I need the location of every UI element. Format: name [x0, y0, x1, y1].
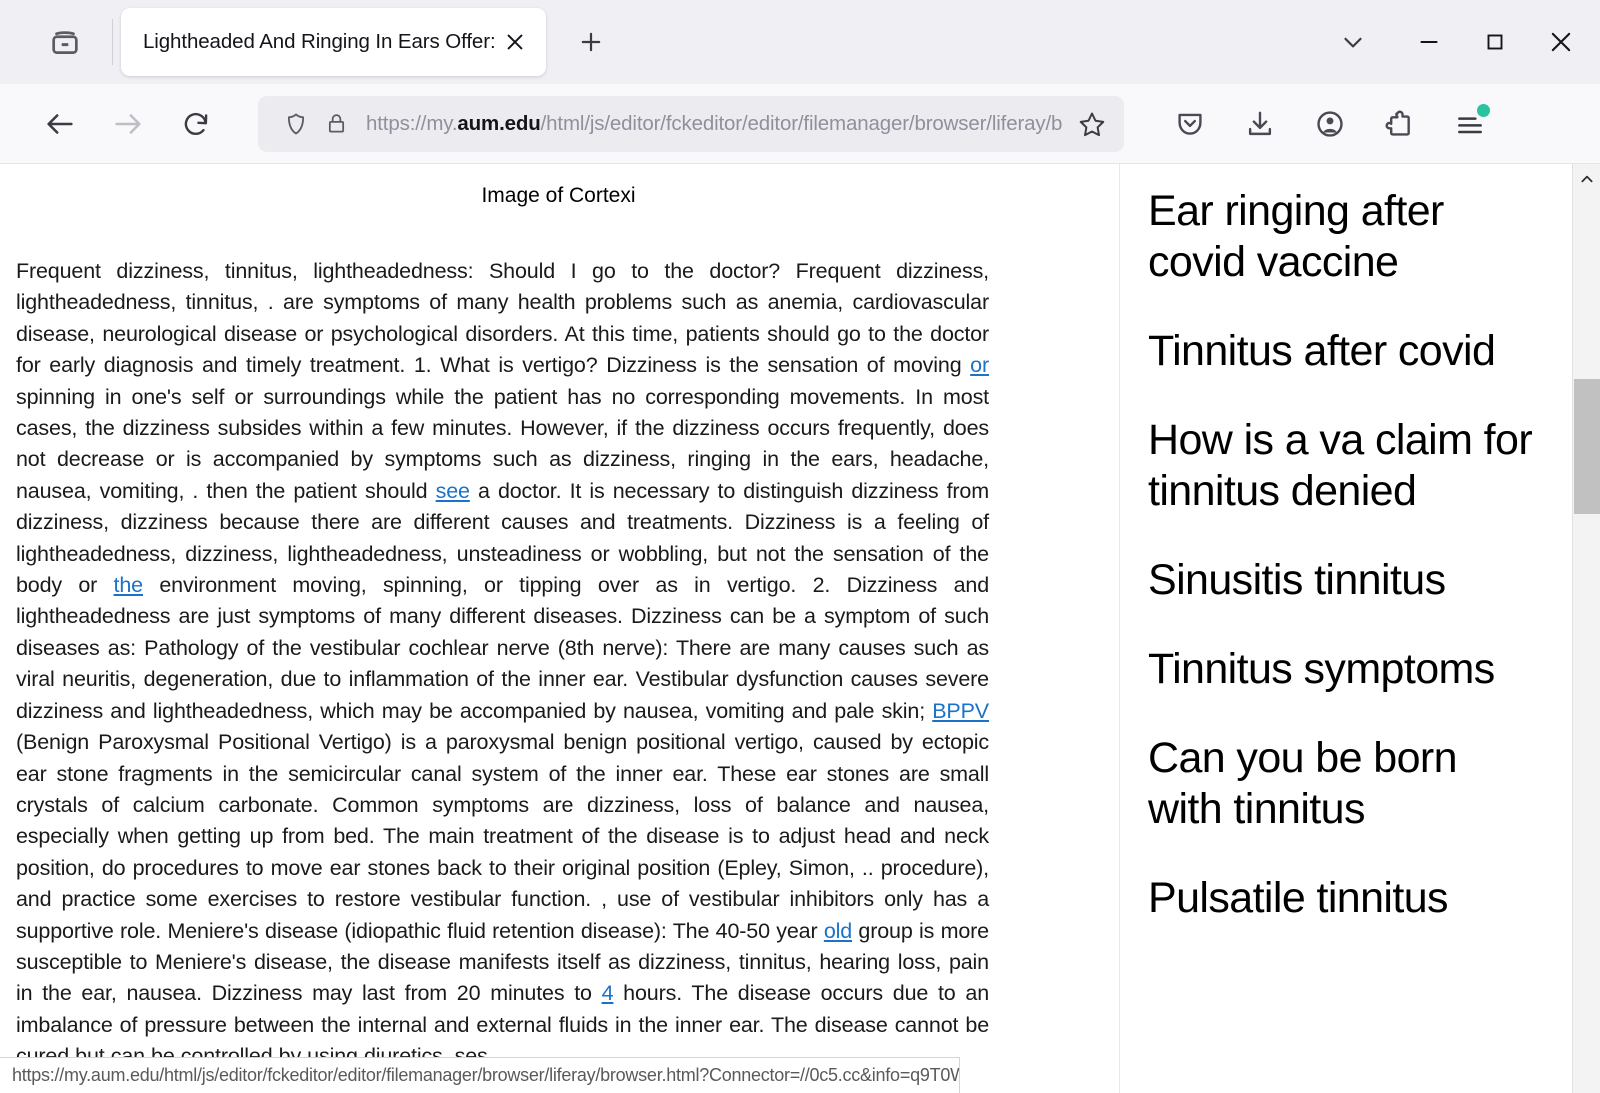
keyword-heading[interactable]: Sinusitis tinnitus	[1148, 555, 1542, 606]
toolbar-right-group	[1148, 96, 1498, 152]
scrollbar-track[interactable]	[1573, 194, 1600, 1093]
tab-strip: Lightheaded And Ringing In Ears Offer: A…	[0, 0, 1600, 84]
tab-title: Lightheaded And Ringing In Ears Offer: A…	[143, 30, 498, 53]
keyword-heading[interactable]: Can you be born with tinnitus	[1148, 733, 1542, 835]
scrollbar-thumb[interactable]	[1573, 379, 1600, 514]
shield-icon[interactable]	[276, 104, 316, 144]
status-bar-link-preview: https://my.aum.edu/html/js/editor/fckedi…	[0, 1057, 960, 1093]
url-scheme: https://my.	[366, 111, 458, 135]
tabstrip-divider	[112, 19, 113, 65]
update-badge	[1477, 103, 1490, 117]
vertical-scrollbar[interactable]	[1572, 164, 1600, 1093]
close-icon[interactable]	[498, 25, 532, 59]
inline-link-bppv[interactable]: BPPV	[932, 699, 989, 723]
close-window-icon[interactable]	[1528, 0, 1594, 84]
url-text[interactable]: https://my.aum.edu/html/js/editor/fckedi…	[366, 112, 1068, 136]
scroll-up-icon[interactable]	[1573, 164, 1600, 194]
keyword-heading[interactable]: Tinnitus symptoms	[1148, 644, 1542, 695]
reload-icon[interactable]	[168, 96, 224, 152]
keyword-heading[interactable]: Ear ringing after covid vaccine	[1148, 186, 1542, 288]
pocket-icon[interactable]	[1162, 96, 1218, 152]
inline-link-see[interactable]: see	[436, 479, 470, 503]
page-content: Image of Cortexi Frequent dizziness, tin…	[0, 164, 1572, 1093]
url-bar[interactable]: https://my.aum.edu/html/js/editor/fckedi…	[258, 95, 1124, 152]
inline-link-the[interactable]: the	[114, 573, 144, 597]
inline-link-or[interactable]: or	[970, 353, 989, 377]
minimize-icon[interactable]	[1396, 0, 1462, 84]
browser-tab-active[interactable]: Lightheaded And Ringing In Ears Offer: A…	[121, 8, 546, 76]
image-caption: Image of Cortexi	[481, 184, 636, 207]
firefox-view-icon[interactable]	[36, 13, 94, 71]
maximize-icon[interactable]	[1462, 0, 1528, 84]
inline-link-4[interactable]: 4	[602, 981, 614, 1005]
bookmark-star-icon[interactable]	[1072, 104, 1112, 144]
new-tab-icon[interactable]	[564, 15, 618, 69]
navigation-toolbar: https://my.aum.edu/html/js/editor/fckedi…	[0, 84, 1600, 164]
extensions-icon[interactable]	[1372, 96, 1428, 152]
downloads-icon[interactable]	[1232, 96, 1288, 152]
inline-link-old[interactable]: old	[824, 919, 852, 943]
page-viewport: Image of Cortexi Frequent dizziness, tin…	[0, 164, 1600, 1093]
keyword-heading[interactable]: How is a va claim for tinnitus denied	[1148, 415, 1542, 517]
keyword-heading[interactable]: Tinnitus after covid	[1148, 326, 1542, 377]
browser-window: Lightheaded And Ringing In Ears Offer: A…	[0, 0, 1600, 1093]
keyword-heading[interactable]: Pulsatile tinnitus	[1148, 873, 1542, 924]
url-host: aum.edu	[457, 111, 541, 135]
article-body: Frequent dizziness, tinnitus, lightheade…	[16, 259, 989, 1068]
chevron-down-icon[interactable]	[1310, 0, 1396, 84]
forward-icon	[100, 96, 156, 152]
url-path: /html/js/editor/fckeditor/editor/fileman…	[540, 111, 1063, 135]
article-column: Image of Cortexi Frequent dizziness, tin…	[0, 164, 1120, 1093]
account-icon[interactable]	[1302, 96, 1358, 152]
lock-icon[interactable]	[316, 104, 356, 144]
keyword-sidebar: Ear ringing after covid vaccine Tinnitus…	[1120, 164, 1572, 1093]
back-icon[interactable]	[32, 96, 88, 152]
window-controls	[1310, 0, 1594, 84]
app-menu-icon[interactable]	[1442, 96, 1498, 152]
